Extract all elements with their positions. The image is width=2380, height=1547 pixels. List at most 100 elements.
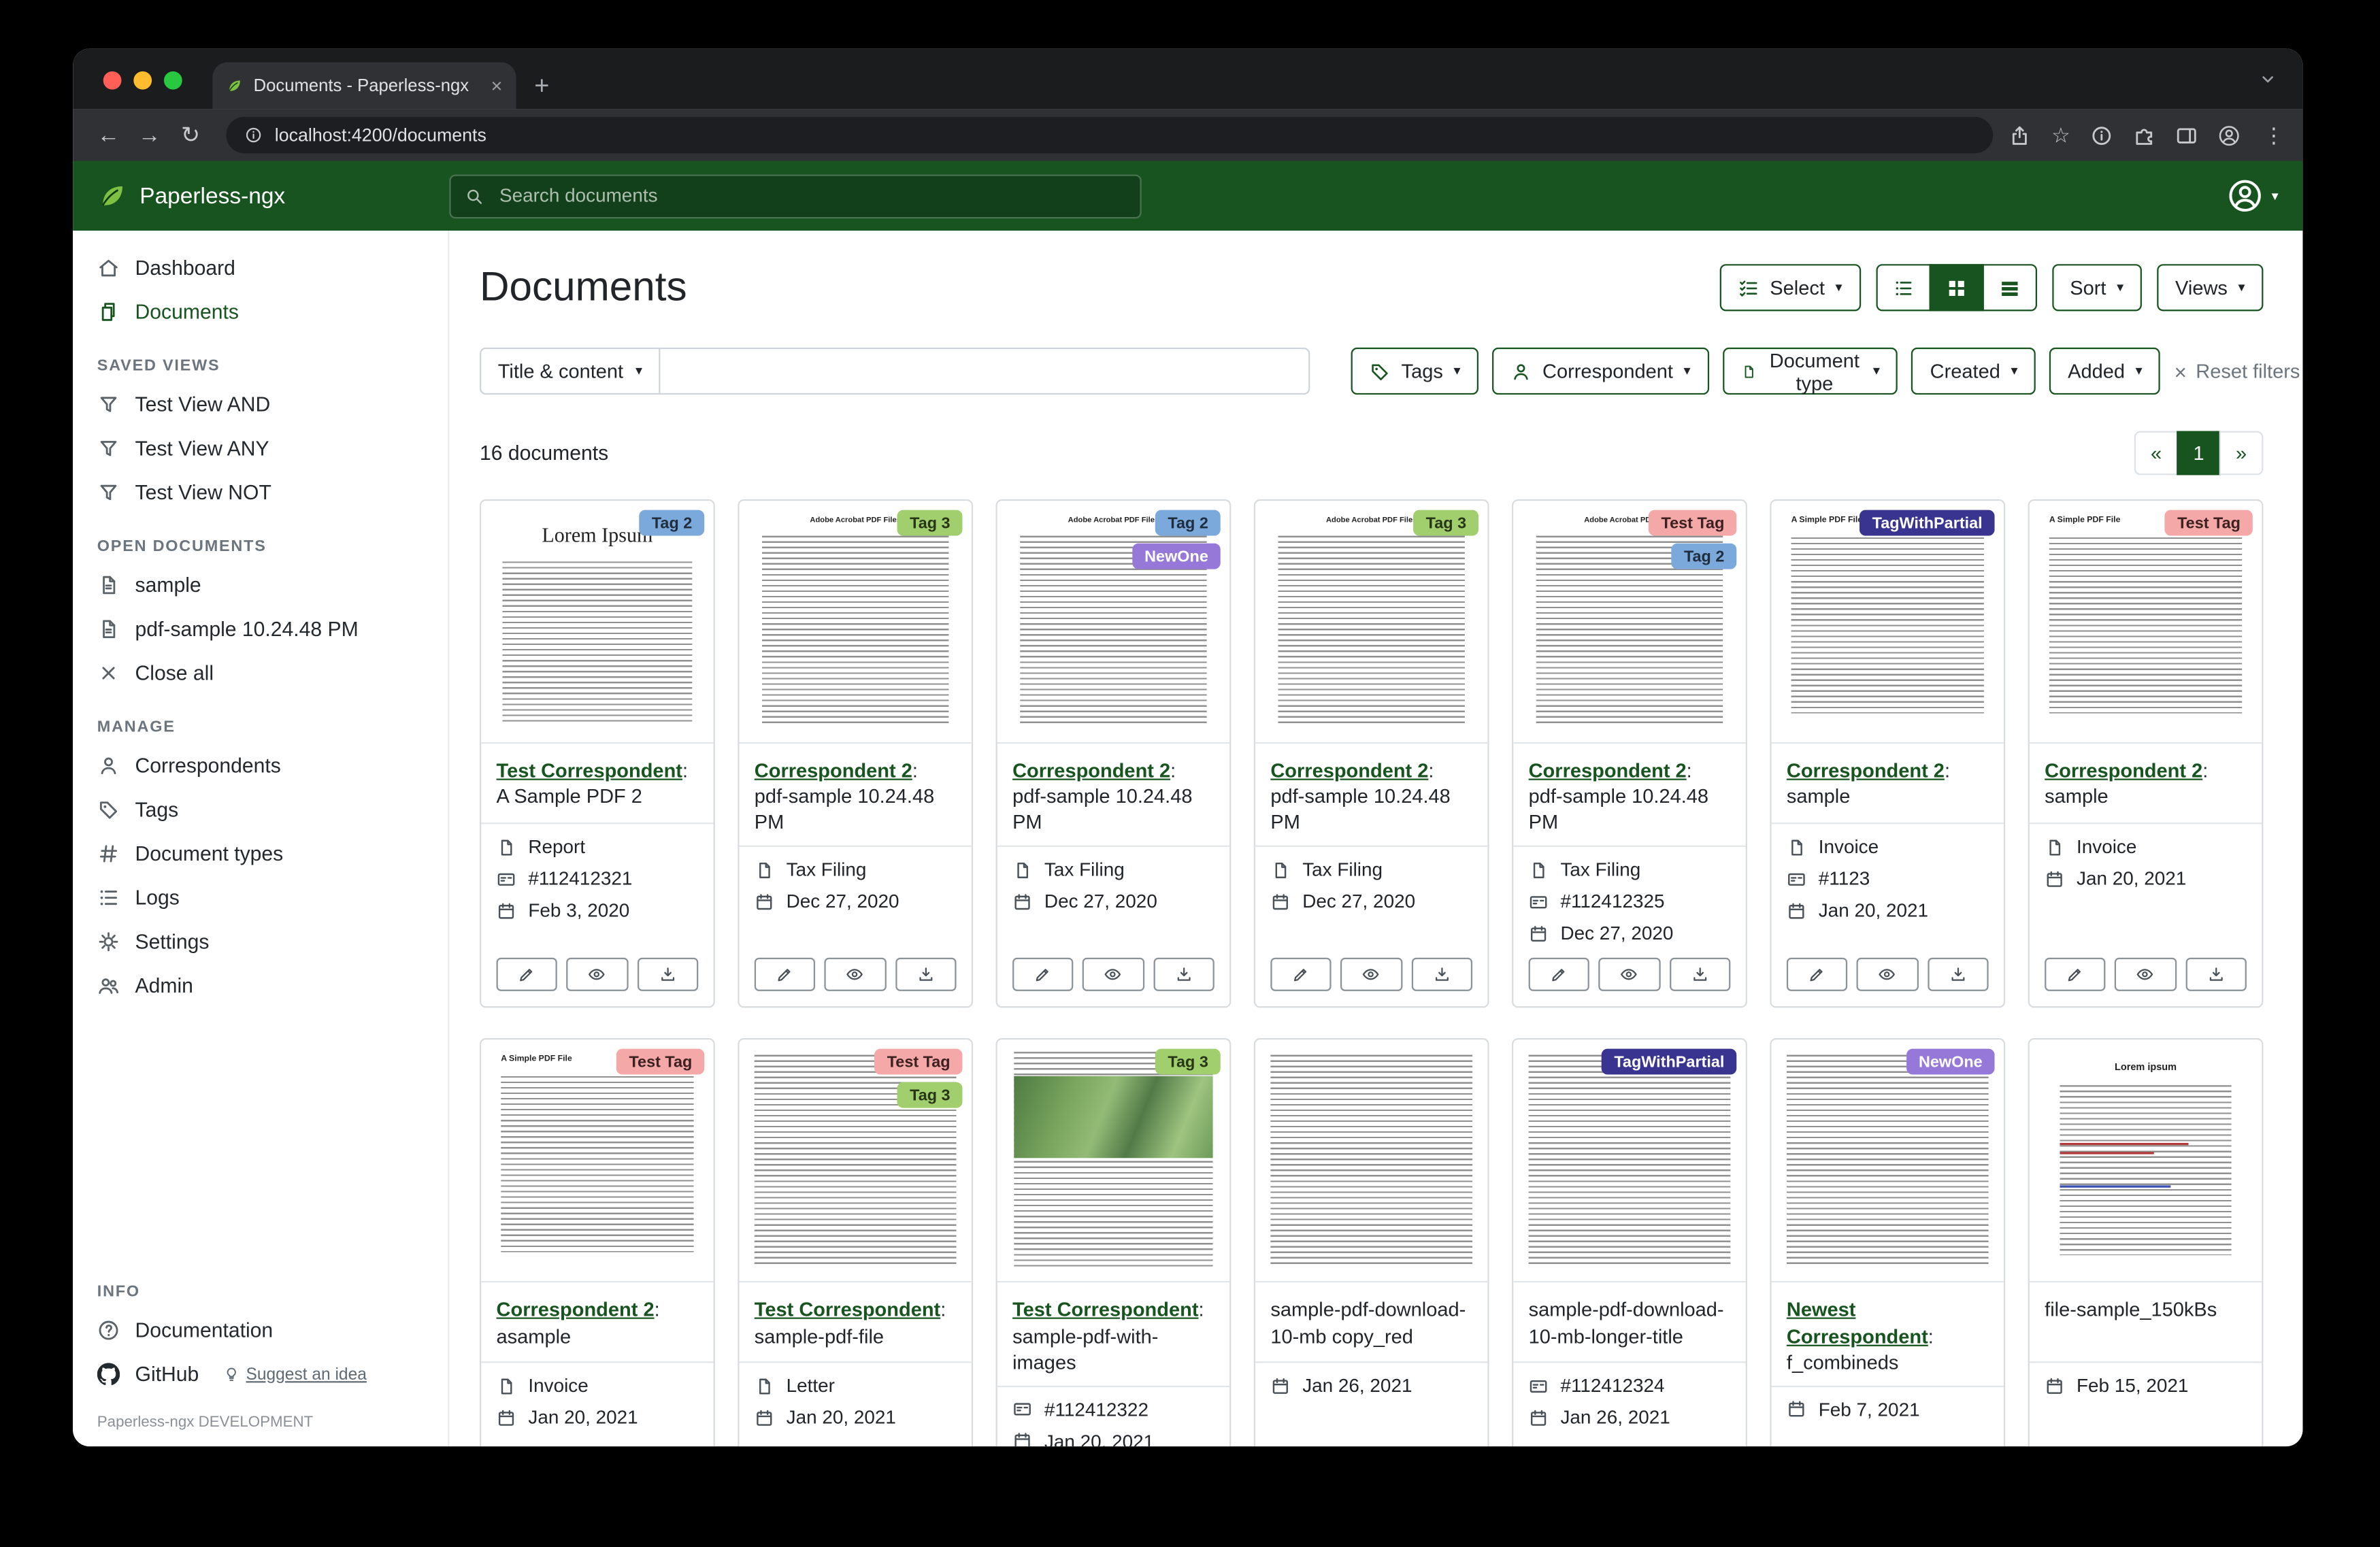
browser-tab[interactable]: Documents - Paperless-ngx × [212, 62, 516, 109]
document-card[interactable]: Test TagTag 3 Test Correspondent: sample… [738, 1039, 973, 1446]
document-thumbnail[interactable]: Adobe Acrobat PDF Files Test TagTag 2 [1513, 501, 1745, 744]
view-button[interactable] [2115, 959, 2177, 992]
new-tab-button[interactable]: + [534, 73, 549, 99]
sort-button[interactable]: Sort ▾ [2052, 264, 2142, 311]
document-thumbnail[interactable]: TagWithPartial [1513, 1040, 1745, 1283]
sidebar-item-documentation[interactable]: Documentation [73, 1308, 448, 1352]
reload-button[interactable]: ↻ [170, 121, 211, 148]
document-thumbnail[interactable]: Lorem Ipsum Tag 2 [481, 501, 713, 744]
tag-badge[interactable]: NewOne [1906, 1050, 1994, 1076]
grid-view-button[interactable] [1929, 264, 1983, 311]
sidebar-item-admin[interactable]: Admin [73, 964, 448, 1008]
close-window-button[interactable] [103, 71, 122, 90]
download-button[interactable] [1411, 959, 1472, 992]
saved-view-test-view-not[interactable]: Test View NOT [73, 471, 448, 515]
document-thumbnail[interactable]: Tag 3 [997, 1040, 1229, 1283]
edit-button[interactable] [497, 959, 558, 992]
correspondent-link[interactable]: Correspondent 2 [1012, 759, 1170, 782]
download-button[interactable] [1669, 959, 1730, 992]
document-card[interactable]: A Simple PDF File Test Tag Correspondent… [2028, 499, 2264, 1008]
download-button[interactable] [2185, 959, 2247, 992]
open-document-sample[interactable]: sample [73, 563, 448, 608]
search-input[interactable] [497, 184, 1127, 208]
views-button[interactable]: Views ▾ [2157, 264, 2263, 311]
sidebar-item-tags[interactable]: Tags [73, 788, 448, 832]
edit-button[interactable] [1270, 959, 1332, 992]
correspondent-link[interactable]: Correspondent 2 [1270, 759, 1428, 782]
page-1-button[interactable]: 1 [2177, 431, 2221, 476]
document-thumbnail[interactable]: Adobe Acrobat PDF Files Tag 2NewOne [997, 501, 1229, 744]
document-card[interactable]: Lorem Ipsum Tag 2 Test Correspondent: A … [480, 499, 715, 1008]
tag-badge[interactable]: Tag 3 [897, 510, 962, 536]
close-all-button[interactable]: Close all [73, 651, 448, 695]
tag-badge[interactable]: NewOne [1132, 544, 1220, 569]
view-button[interactable] [1599, 959, 1660, 992]
document-card[interactable]: A Simple PDF File Test Tag Correspondent… [480, 1039, 715, 1446]
document-thumbnail[interactable]: Lorem ipsum [2030, 1040, 2262, 1283]
sidebar-item-github[interactable]: GitHub Suggest an idea [73, 1352, 448, 1397]
sidebar-item-dashboard[interactable]: Dashboard [73, 246, 448, 290]
tab-search-chevron-icon[interactable] [2257, 68, 2278, 89]
correspondent-link[interactable]: Correspondent 2 [1787, 759, 1945, 782]
saved-view-test-view-and[interactable]: Test View AND [73, 382, 448, 427]
suggest-an-idea-link[interactable]: Suggest an idea [223, 1365, 367, 1384]
document-thumbnail[interactable]: NewOne [1772, 1040, 2004, 1283]
document-card[interactable]: Lorem ipsum file-sample_150kBs Feb 15, 2… [2028, 1039, 2264, 1446]
url-bar[interactable]: localhost:4200/documents [226, 117, 1994, 154]
document-card[interactable]: sample-pdf-download-10-mb copy_red Jan 2… [1254, 1039, 1489, 1446]
edit-button[interactable] [755, 959, 816, 992]
title-content-dropdown[interactable]: Title & content ▾ [480, 348, 661, 395]
tag-badge[interactable]: Tag 3 [897, 1083, 962, 1109]
document-card[interactable]: TagWithPartial sample-pdf-download-10-mb… [1512, 1039, 1747, 1446]
correspondent-link[interactable]: Test Correspondent [755, 1299, 940, 1321]
document-card[interactable]: Tag 3 Test Correspondent: sample-pdf-wit… [996, 1039, 1232, 1446]
correspondent-filter-button[interactable]: Correspondent ▾ [1492, 348, 1708, 395]
sidebar-item-documents[interactable]: Documents [73, 290, 448, 334]
document-thumbnail[interactable]: Adobe Acrobat PDF Files Tag 3 [739, 501, 971, 744]
document-card[interactable]: Adobe Acrobat PDF Files Tag 2NewOne Corr… [996, 499, 1232, 1008]
correspondent-link[interactable]: Test Correspondent [497, 759, 682, 782]
share-icon[interactable] [2009, 124, 2032, 146]
reset-filters-button[interactable]: × Reset filters [2175, 360, 2300, 382]
tag-badge[interactable]: TagWithPartial [1602, 1050, 1737, 1076]
title-content-input[interactable] [661, 348, 1310, 395]
edit-button[interactable] [1787, 959, 1848, 992]
edit-button[interactable] [2045, 959, 2106, 992]
document-card[interactable]: Adobe Acrobat PDF Files Test TagTag 2 Co… [1512, 499, 1747, 1008]
added-filter-button[interactable]: Added ▾ [2049, 348, 2160, 395]
edit-button[interactable] [1529, 959, 1590, 992]
site-info-icon[interactable] [244, 126, 263, 144]
download-button[interactable] [1928, 959, 1989, 992]
zoom-window-button[interactable] [164, 71, 182, 90]
download-button[interactable] [895, 959, 957, 992]
view-button[interactable] [567, 959, 628, 992]
edit-button[interactable] [1012, 959, 1074, 992]
next-page-button[interactable]: » [2219, 431, 2264, 476]
document-card[interactable]: A Simple PDF File TagWithPartial Corresp… [1770, 499, 2005, 1008]
document-card[interactable]: Adobe Acrobat PDF Files Tag 3 Correspond… [1254, 499, 1489, 1008]
document-thumbnail[interactable]: A Simple PDF File Test Tag [2030, 501, 2262, 744]
tag-badge[interactable]: Tag 3 [1156, 1050, 1221, 1076]
detail-view-button[interactable] [1982, 264, 2036, 311]
sidebar-item-correspondents[interactable]: Correspondents [73, 744, 448, 788]
correspondent-link[interactable]: Correspondent 2 [497, 1299, 655, 1321]
tag-badge[interactable]: Tag 2 [640, 510, 704, 536]
tag-badge[interactable]: Test Tag [1649, 510, 1737, 536]
bookmark-star-icon[interactable]: ☆ [2051, 122, 2070, 148]
view-button[interactable] [1082, 959, 1144, 992]
minimize-window-button[interactable] [133, 71, 152, 90]
correspondent-link[interactable]: Correspondent 2 [2045, 759, 2202, 782]
saved-view-test-view-any[interactable]: Test View ANY [73, 427, 448, 471]
view-button[interactable] [1857, 959, 1918, 992]
view-button[interactable] [1341, 959, 1402, 992]
profile-icon[interactable] [2217, 124, 2240, 146]
tag-badge[interactable]: Test Tag [2165, 510, 2253, 536]
forward-button[interactable]: → [129, 122, 170, 148]
correspondent-link[interactable]: Correspondent 2 [755, 759, 912, 782]
document-thumbnail[interactable]: A Simple PDF File Test Tag [481, 1040, 713, 1283]
document-card[interactable]: Adobe Acrobat PDF Files Tag 3 Correspond… [738, 499, 973, 1008]
correspondent-link[interactable]: Correspondent 2 [1529, 759, 1687, 782]
correspondent-link[interactable]: Test Correspondent [1012, 1299, 1198, 1321]
extensions-puzzle-icon[interactable] [2133, 124, 2155, 146]
tag-badge[interactable]: Tag 2 [1156, 510, 1221, 536]
